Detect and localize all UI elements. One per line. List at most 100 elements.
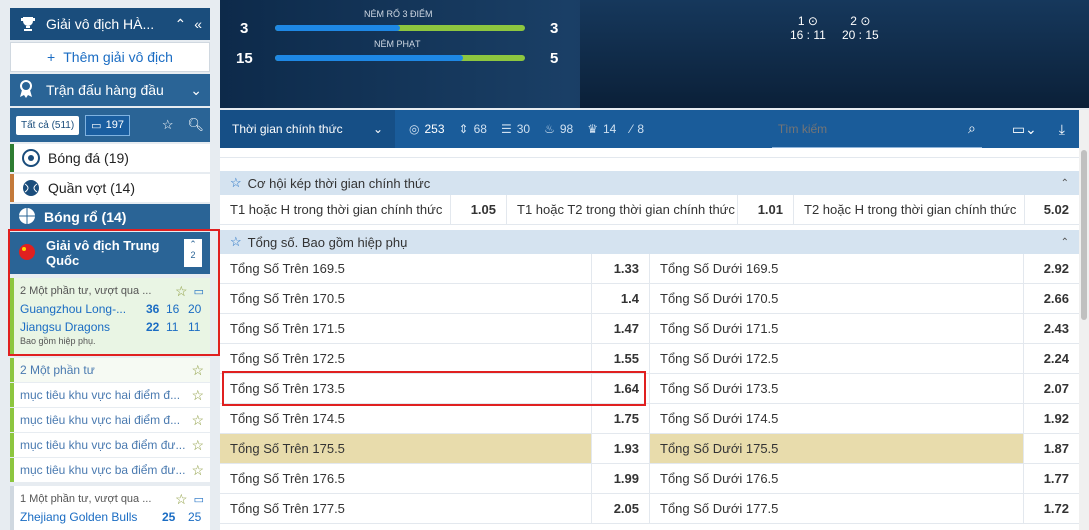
under-label: Tổng Số Dưới 177.5 bbox=[650, 494, 1024, 523]
count: 14 bbox=[602, 122, 617, 136]
star-icon[interactable]: ☆ bbox=[191, 462, 204, 479]
sub-market-item[interactable]: mục tiêu khu vực hai điểm đ... ☆ bbox=[10, 383, 210, 407]
chevron-up-icon[interactable]: ⌃ bbox=[1061, 178, 1069, 189]
timer2-time: 20 : 15 bbox=[842, 28, 879, 42]
period-dropdown[interactable]: Thời gian chính thức ⌄ bbox=[220, 110, 395, 148]
search-icon[interactable]: 🔍︎ bbox=[187, 117, 204, 133]
over-label: Tổng Số Trên 171.5 bbox=[220, 314, 592, 343]
star-icon[interactable]: ☆ bbox=[191, 387, 204, 404]
sub-market-item[interactable]: mục tiêu khu vực hai điểm đ... ☆ bbox=[10, 408, 210, 432]
top-matches-header[interactable]: Trận đấu hàng đầu ⌄ bbox=[10, 74, 210, 106]
basketball-label: Bóng rổ (14) bbox=[44, 209, 127, 225]
under-odd[interactable]: 2.66 bbox=[1024, 284, 1079, 313]
chevron-down-icon[interactable]: ⌄ bbox=[190, 82, 202, 99]
sub-market-item[interactable]: mục tiêu khu vực ba điểm đư... ☆ bbox=[10, 458, 210, 482]
under-odd[interactable]: 2.92 bbox=[1024, 254, 1079, 283]
over-odd[interactable]: 2.05 bbox=[592, 494, 650, 523]
under-label: Tổng Số Dưới 170.5 bbox=[650, 284, 1024, 313]
outcome-odd[interactable]: 1.01 bbox=[738, 195, 794, 224]
under-odd[interactable]: 2.24 bbox=[1024, 344, 1079, 373]
sidebar-item-tennis[interactable]: Quần vợt (14) bbox=[10, 174, 210, 202]
star-filter-icon[interactable]: ☆ bbox=[162, 117, 174, 133]
star-icon[interactable]: ☆ bbox=[191, 412, 204, 429]
updown-icon: ⇕ bbox=[458, 122, 469, 136]
totals-row: Tổng Số Trên 170.5 1.4 Tổng Số Dưới 170.5 2… bbox=[220, 284, 1079, 314]
filter-table[interactable]: ☰ 30 bbox=[501, 122, 530, 136]
outcome-label: T2 hoặc H trong thời gian chính thức bbox=[794, 195, 1025, 224]
championship-header[interactable]: Giải vô địch HÀ... ⌃ « bbox=[10, 8, 210, 40]
filter-updown[interactable]: ⇕ 68 bbox=[459, 122, 487, 136]
over-odd[interactable]: 1.93 bbox=[592, 434, 650, 463]
over-odd[interactable]: 1.75 bbox=[592, 404, 650, 433]
scrollbar[interactable] bbox=[1079, 110, 1089, 530]
sidebar-item-label: Bóng đá (19) bbox=[48, 150, 129, 166]
outcome-odd[interactable]: 5.02 bbox=[1025, 195, 1079, 224]
add-championship-button[interactable]: + Thêm giải vô địch bbox=[10, 42, 210, 72]
over-odd[interactable]: 1.33 bbox=[592, 254, 650, 283]
search-field[interactable]: ⌕ bbox=[771, 110, 982, 148]
totals-row: Tổng Số Trên 171.5 1.47 Tổng Số Dưới 171.5… bbox=[220, 314, 1079, 344]
section-double-chance[interactable]: ☆ Cơ hội kép thời gian chính thức ⌃ bbox=[220, 171, 1079, 195]
sub-market-label: mục tiêu khu vực hai điểm đ... bbox=[20, 413, 181, 427]
star-icon[interactable]: ☆ bbox=[175, 491, 188, 508]
count: 8 bbox=[637, 122, 645, 136]
clipped-row bbox=[220, 148, 1079, 158]
collapse-icon[interactable]: « bbox=[194, 16, 202, 32]
scrollbar-thumb[interactable] bbox=[1081, 150, 1087, 320]
filter-wand[interactable]: ⁄ 8 bbox=[630, 122, 644, 136]
match-card-2[interactable]: 1 Một phần tư, vượt qua ... ☆ ▭ Zhejiang… bbox=[10, 486, 210, 530]
section-title: Cơ hội kép thời gian chính thức bbox=[247, 175, 431, 191]
over-odd[interactable]: 1.99 bbox=[592, 464, 650, 493]
filter-live-button[interactable]: ▭ 197 bbox=[85, 114, 130, 136]
stat1-bar bbox=[275, 25, 525, 31]
filter-bar: Tất cả (511) ▭ 197 ☆ 🔍︎ bbox=[10, 108, 210, 142]
sub-market-label: mục tiêu khu vực ba điểm đư... bbox=[20, 463, 186, 477]
over-label: Tổng Số Trên 169.5 bbox=[220, 254, 592, 283]
team1-score-total: 25 bbox=[162, 510, 176, 524]
under-odd[interactable]: 1.77 bbox=[1024, 464, 1079, 493]
star-icon[interactable]: ☆ bbox=[230, 234, 242, 250]
under-label: Tổng Số Dưới 169.5 bbox=[650, 254, 1024, 283]
outcome-odd[interactable]: 1.05 bbox=[451, 195, 507, 224]
court-area: 1 ⊙ 16 : 11 2 ⊙ 20 : 15 bbox=[580, 0, 1089, 108]
collapse-all-icon[interactable]: ⤓ bbox=[1059, 121, 1065, 138]
over-odd[interactable]: 1.47 bbox=[592, 314, 650, 343]
monitor-icon[interactable]: ▭ bbox=[194, 493, 204, 506]
sub-market-label: mục tiêu khu vực ba điểm đư... bbox=[20, 438, 186, 452]
sub-market-item[interactable]: mục tiêu khu vực ba điểm đư... ☆ bbox=[10, 433, 210, 457]
sidebar-item-basketball[interactable]: Bóng rổ (14) bbox=[10, 204, 210, 230]
chevron-up-icon[interactable]: ⌃ bbox=[1061, 237, 1069, 248]
under-odd[interactable]: 2.43 bbox=[1024, 314, 1079, 343]
sidebar-item-football[interactable]: Bóng đá (19) bbox=[10, 144, 210, 172]
target-icon: ◎ bbox=[409, 122, 420, 136]
sub-market-item[interactable]: 2 Một phần tư ☆ bbox=[10, 358, 210, 382]
filter-all-button[interactable]: Tất cả (511) bbox=[16, 115, 80, 135]
over-odd[interactable]: 1.55 bbox=[592, 344, 650, 373]
filter-hot[interactable]: ♨ 98 bbox=[544, 122, 573, 136]
selected-odd-highlight bbox=[222, 371, 646, 406]
under-label: Tổng Số Dưới 172.5 bbox=[650, 344, 1024, 373]
under-odd[interactable]: 2.07 bbox=[1024, 374, 1079, 403]
over-label: Tổng Số Trên 172.5 bbox=[220, 344, 592, 373]
totals-row: Tổng Số Trên 172.5 1.55 Tổng Số Dưới 172.5… bbox=[220, 344, 1079, 374]
filter-all-markets[interactable]: ◎ 253 bbox=[409, 122, 445, 136]
filter-trophy[interactable]: ♛ 14 bbox=[587, 122, 616, 136]
stat2-left: 15 bbox=[236, 50, 253, 67]
section-totals[interactable]: ☆ Tổng số. Bao gồm hiệp phụ ⌃ bbox=[220, 230, 1079, 254]
search-input[interactable] bbox=[777, 121, 968, 136]
search-icon[interactable]: ⌕ bbox=[968, 120, 976, 137]
timer1-label: 1 bbox=[797, 14, 805, 28]
star-icon[interactable]: ☆ bbox=[191, 437, 204, 454]
layout-icon[interactable]: ▭⌄ bbox=[1012, 121, 1037, 138]
award-icon bbox=[18, 79, 38, 101]
under-odd[interactable]: 1.87 bbox=[1024, 434, 1079, 463]
over-odd[interactable]: 1.4 bbox=[592, 284, 650, 313]
chevron-up-icon[interactable]: ⌃ bbox=[174, 16, 186, 33]
match-period: 1 Một phần tư, vượt qua ... bbox=[20, 493, 152, 505]
star-icon[interactable]: ☆ bbox=[230, 175, 242, 191]
star-icon[interactable]: ☆ bbox=[191, 362, 204, 379]
under-odd[interactable]: 1.92 bbox=[1024, 404, 1079, 433]
under-odd[interactable]: 1.72 bbox=[1024, 494, 1079, 523]
count: 98 bbox=[559, 122, 574, 136]
top-matches-label: Trận đấu hàng đầu bbox=[46, 82, 164, 98]
